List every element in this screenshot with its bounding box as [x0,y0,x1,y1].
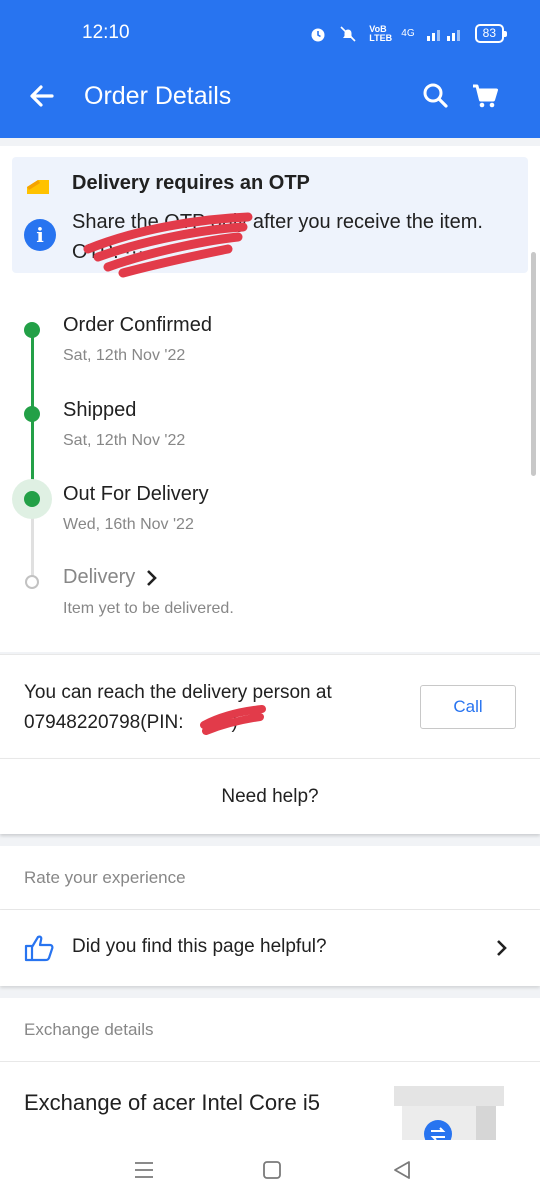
need-help-button[interactable]: Need help? [0,758,540,834]
step-dot-2 [24,406,40,422]
tag-icon [27,180,49,194]
cart-icon[interactable] [468,78,504,114]
otp-card: i Delivery requires an OTP Share the OTP… [0,146,540,284]
order-tracker: Order Confirmed Sat, 12th Nov '22 Shippe… [0,284,540,652]
redaction-scribble [83,212,253,278]
status-icons: VoB LTEB 4G 83 [309,23,508,43]
step-title-1: Order Confirmed [63,314,212,336]
step-date-1: Sat, 12th Nov '22 [63,347,186,364]
delivery-step-label: Delivery [63,566,136,588]
page-helpful-row[interactable]: Did you find this page helpful? [0,910,540,986]
status-time: 12:10 [82,22,130,43]
exchange-title: Exchange of acer Intel Core i5 [24,1090,320,1115]
signal-icon [426,29,460,41]
square-icon[interactable] [258,1156,286,1184]
step-dot-1 [24,322,40,338]
step-dot-4 [25,575,39,589]
order-details-content: i Delivery requires an OTP Share the OTP… [0,138,540,1140]
call-button[interactable]: Call [420,685,516,729]
info-icon: i [24,219,56,251]
page-title: Order Details [84,82,232,110]
chevron-right-icon [147,569,158,586]
step-date-2: Sat, 12th Nov '22 [63,432,186,449]
rate-section-header: Rate your experience [0,846,540,910]
mute-icon [340,25,356,42]
search-icon[interactable] [418,78,454,114]
status-bar: 12:10 VoB LTEB 4G 83 [0,0,540,54]
rate-header-label: Rate your experience [24,868,186,887]
triangle-back-icon[interactable] [388,1156,416,1184]
step-status-4: Item yet to be delivered. [63,600,234,617]
arrow-left-icon[interactable] [24,78,60,114]
contact-phone: 07948220798(PIN: [24,712,184,733]
scrollbar[interactable] [531,252,536,476]
helpful-question: Did you find this page helpful? [72,936,327,957]
exchange-header-label: Exchange details [24,1020,154,1039]
app-bar: Order Details [0,54,540,138]
network-type: 4G [401,28,415,39]
redaction-scribble [200,705,266,735]
thumbs-up-icon [24,935,54,962]
battery-indicator: 83 [474,24,508,43]
step-title-3: Out For Delivery [63,483,209,505]
menu-icon[interactable] [130,1156,158,1184]
network-label: VoB LTEB [369,23,393,43]
chevron-right-icon [497,940,507,956]
step-dot-3 [24,491,40,507]
exchange-item[interactable]: Exchange of acer Intel Core i5 [0,1062,540,1140]
step-title-2: Shipped [63,399,137,421]
exchange-icon [394,1086,504,1140]
alarm-icon [311,28,325,41]
exchange-section-header: Exchange details [0,998,540,1062]
otp-title: Delivery requires an OTP [72,172,310,194]
step-date-3: Wed, 16th Nov '22 [63,516,194,533]
otp-notice: i Delivery requires an OTP Share the OTP… [12,157,528,278]
step-title-4[interactable]: Delivery [63,566,159,589]
delivery-contact: You can reach the delivery person at 079… [0,654,540,758]
system-nav-bar [0,1140,540,1200]
